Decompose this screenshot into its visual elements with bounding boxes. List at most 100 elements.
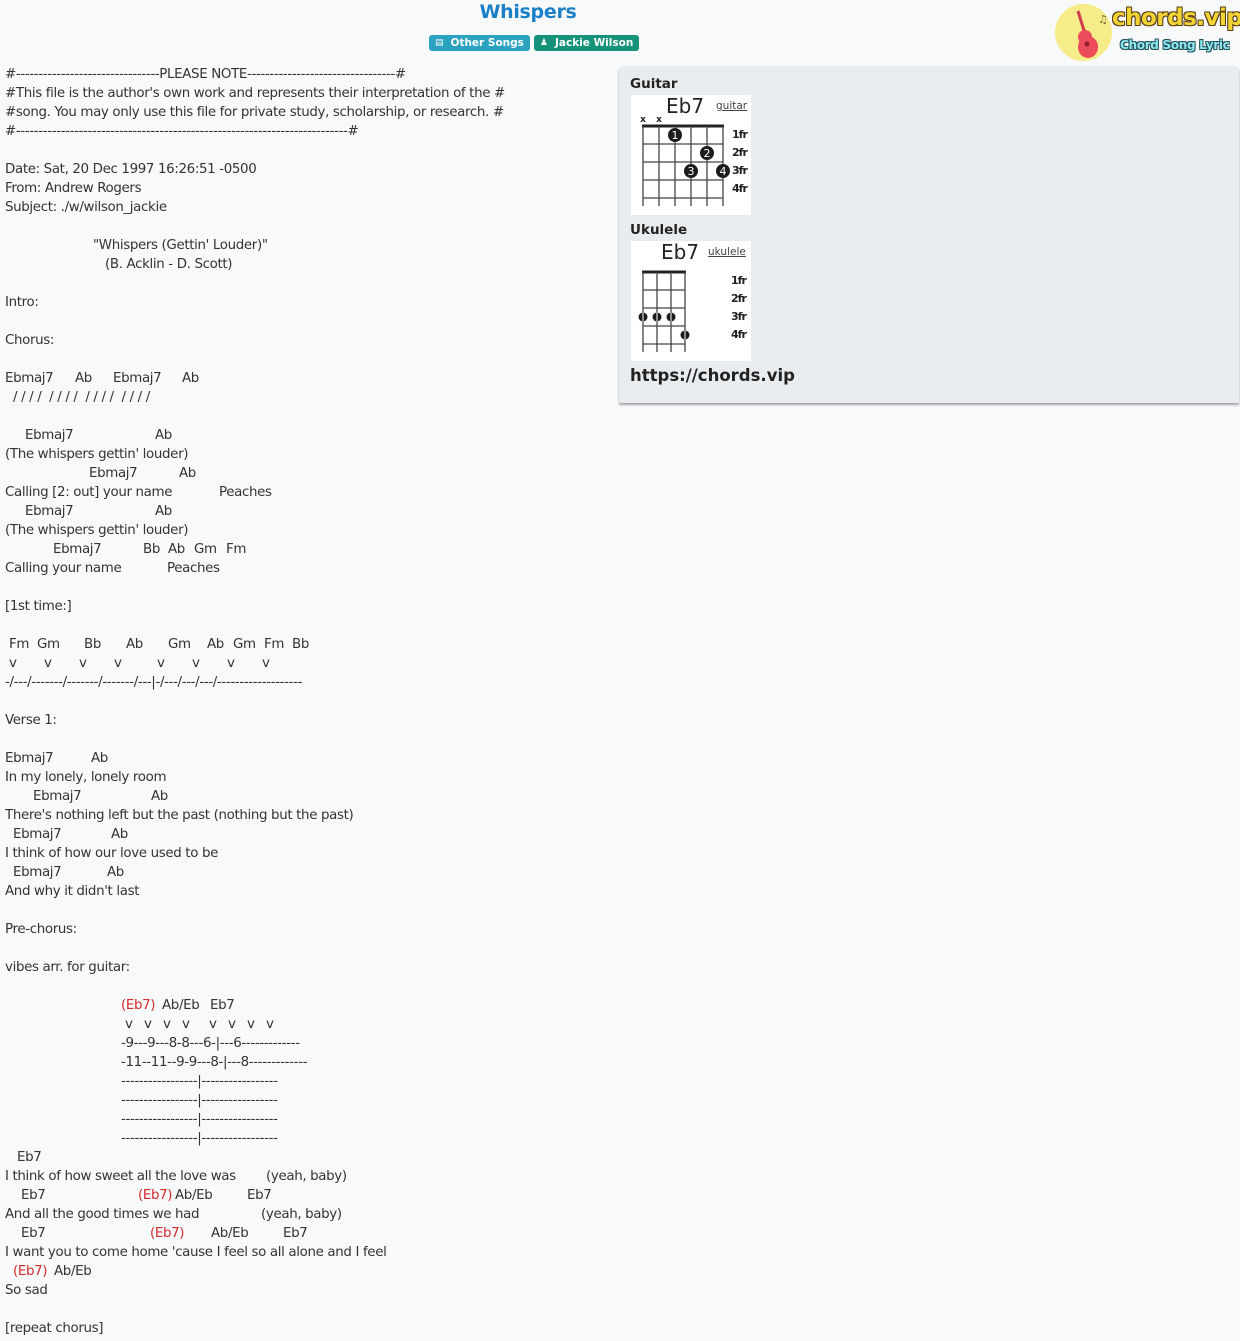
finger-number: 2 xyxy=(704,147,711,160)
sheet-line: And all the good times we had xyxy=(5,1207,200,1222)
sheet-line: -----------------|----------------- xyxy=(121,1112,278,1127)
sheet-line: Peaches xyxy=(219,485,272,500)
sheet-line: Ab xyxy=(207,637,224,652)
sheet-line: Eb7 xyxy=(283,1226,308,1241)
sheet-line: I think of how our love used to be xyxy=(5,846,218,861)
sheet-line: v xyxy=(79,656,87,671)
sheet-line: -9---9---8-8---6-|---6------------- xyxy=(121,1036,300,1051)
sheet-line: Ab xyxy=(75,371,92,386)
sheet-line: Ab/Eb xyxy=(211,1226,249,1241)
sheet-line: Fm xyxy=(226,542,247,557)
sheet-line: Ab xyxy=(91,751,108,766)
sheet-line: Eb7 xyxy=(210,998,235,1013)
sheet-line: -11--11--9-9---8-|---8------------- xyxy=(121,1055,308,1070)
sheet-line: I think of how sweet all the love was xyxy=(5,1169,236,1184)
chord-highlight[interactable]: (Eb7) xyxy=(121,996,156,1015)
sheet-line: Ebmaj7 xyxy=(25,504,74,519)
chord-highlight[interactable]: (Eb7) xyxy=(138,1186,173,1205)
sheet-line: v xyxy=(9,656,17,671)
sheet-line: Ebmaj7 xyxy=(33,789,82,804)
fret-label: 4fr xyxy=(731,328,747,341)
sheet-line: Intro: xyxy=(5,295,39,310)
sheet-line: And why it didn't last xyxy=(5,884,140,899)
music-note-icon: ♫ xyxy=(1098,13,1108,26)
sheet-line: v xyxy=(125,1017,133,1032)
sheet-line: In my lonely, lonely room xyxy=(5,770,167,785)
ukulele-heading: Ukulele xyxy=(630,222,688,238)
site-url[interactable]: https://chords.vip xyxy=(630,366,795,385)
sheet-line: -/---/-------/-------/-------/---|-/---/… xyxy=(5,675,303,690)
sheet-line: [repeat chorus] xyxy=(5,1321,104,1336)
sheet-line: v xyxy=(262,656,270,671)
sheet-line: Pre-chorus: xyxy=(5,922,77,937)
sheet-line: (The whispers gettin' louder) xyxy=(5,447,189,462)
sheet-line: Chorus: xyxy=(5,333,55,348)
sheet-line: #This file is the author's own work and … xyxy=(5,86,505,101)
sheet-line: Ab xyxy=(155,428,172,443)
sheet-line: v xyxy=(163,1017,171,1032)
sheet-line: #song. You may only use this file for pr… xyxy=(5,105,504,120)
finger-number: 3 xyxy=(688,165,695,178)
sheet-line: Ab/Eb xyxy=(54,1264,92,1279)
fret-label: 1fr xyxy=(732,128,748,141)
sheet-line: Ebmaj7 xyxy=(53,542,102,557)
sheet-line: Fm xyxy=(264,637,285,652)
sheet-line: Bb xyxy=(143,542,160,557)
other-songs-button[interactable]: ▤ Other Songs xyxy=(429,35,530,51)
guitar-chord-diagram: Eb7 guitar xx1234 1fr 2fr 3fr 4fr xyxy=(631,94,751,215)
sheet-line: v xyxy=(228,1017,236,1032)
sheet-line: v xyxy=(157,656,165,671)
fret-label: 3fr xyxy=(732,164,748,177)
sheet-line: Ab xyxy=(155,504,172,519)
chord-diagrams-panel: Guitar Eb7 guitar xx1234 1fr 2fr 3fr 4fr… xyxy=(619,66,1239,403)
logo-title: chords.vip xyxy=(1112,5,1240,31)
sheet-line: Bb xyxy=(84,637,101,652)
sheet-line: v xyxy=(144,1017,152,1032)
sheet-line: Ab xyxy=(151,789,168,804)
sheet-line: -----------------|----------------- xyxy=(121,1074,278,1089)
sheet-line: Ab xyxy=(107,865,124,880)
sheet-line: Bb xyxy=(292,637,309,652)
sheet-line: v xyxy=(266,1017,274,1032)
sheet-line: Ebmaj7 xyxy=(5,751,54,766)
sheet-line: Eb7 xyxy=(21,1226,46,1241)
artist-button[interactable]: ♟ Jackie Wilson xyxy=(533,35,640,51)
sheet-line: Peaches xyxy=(167,561,220,576)
sheet-line: v xyxy=(247,1017,255,1032)
guitar-icon: ♫ xyxy=(1076,10,1108,58)
fret-label: 2fr xyxy=(732,146,748,159)
sheet-line: There's nothing left but the past (nothi… xyxy=(5,808,354,823)
sheet-line: v xyxy=(44,656,52,671)
sheet-line: Ab xyxy=(182,371,199,386)
muted-string-icon: x xyxy=(640,115,646,125)
sheet-line: Ebmaj7 xyxy=(5,371,54,386)
sheet-line: Verse 1: xyxy=(5,713,57,728)
sheet-line: -----------------|----------------- xyxy=(121,1093,278,1108)
guitar-heading: Guitar xyxy=(630,76,678,92)
song-badges: ▤ Other Songs ♟ Jackie Wilson xyxy=(429,35,640,51)
sheet-line: v xyxy=(192,656,200,671)
sheet-line: Date: Sat, 20 Dec 1997 16:26:51 -0500 xyxy=(5,162,257,177)
sheet-line: / / / / / / / / / / / / / / / / xyxy=(13,390,150,405)
sheet-line: #--------------------------------PLEASE … xyxy=(5,67,406,82)
sheet-line: Calling your name xyxy=(5,561,122,576)
finger-number: 4 xyxy=(720,165,727,178)
sheet-line: Ebmaj7 xyxy=(13,865,62,880)
sheet-line: Eb7 xyxy=(21,1188,46,1203)
chord-highlight[interactable]: (Eb7) xyxy=(150,1224,185,1243)
sheet-line: Ebmaj7 xyxy=(13,827,62,842)
sheet-line: (yeah, baby) xyxy=(266,1169,347,1184)
sheet-line: Ebmaj7 xyxy=(89,466,138,481)
chord-highlight[interactable]: (Eb7) xyxy=(13,1262,48,1281)
site-logo[interactable]: ♫ chords.vip Chord Song Lyric xyxy=(1054,3,1240,63)
logo-tagline: Chord Song Lyric xyxy=(1120,38,1230,52)
sheet-line: v xyxy=(114,656,122,671)
sheet-line: Ab xyxy=(179,466,196,481)
sheet-line: (The whispers gettin' louder) xyxy=(5,523,189,538)
sheet-line: From: Andrew Rogers xyxy=(5,181,142,196)
sheet-line: Ab xyxy=(168,542,185,557)
sheet-line: "Whispers (Gettin' Louder)" xyxy=(93,238,268,253)
sheet-line: Gm xyxy=(233,637,256,652)
ukulele-chord-diagram: Eb7 ukulele 1fr 2fr 3fr 4fr xyxy=(631,240,751,361)
sheet-line: [1st time:] xyxy=(5,599,72,614)
